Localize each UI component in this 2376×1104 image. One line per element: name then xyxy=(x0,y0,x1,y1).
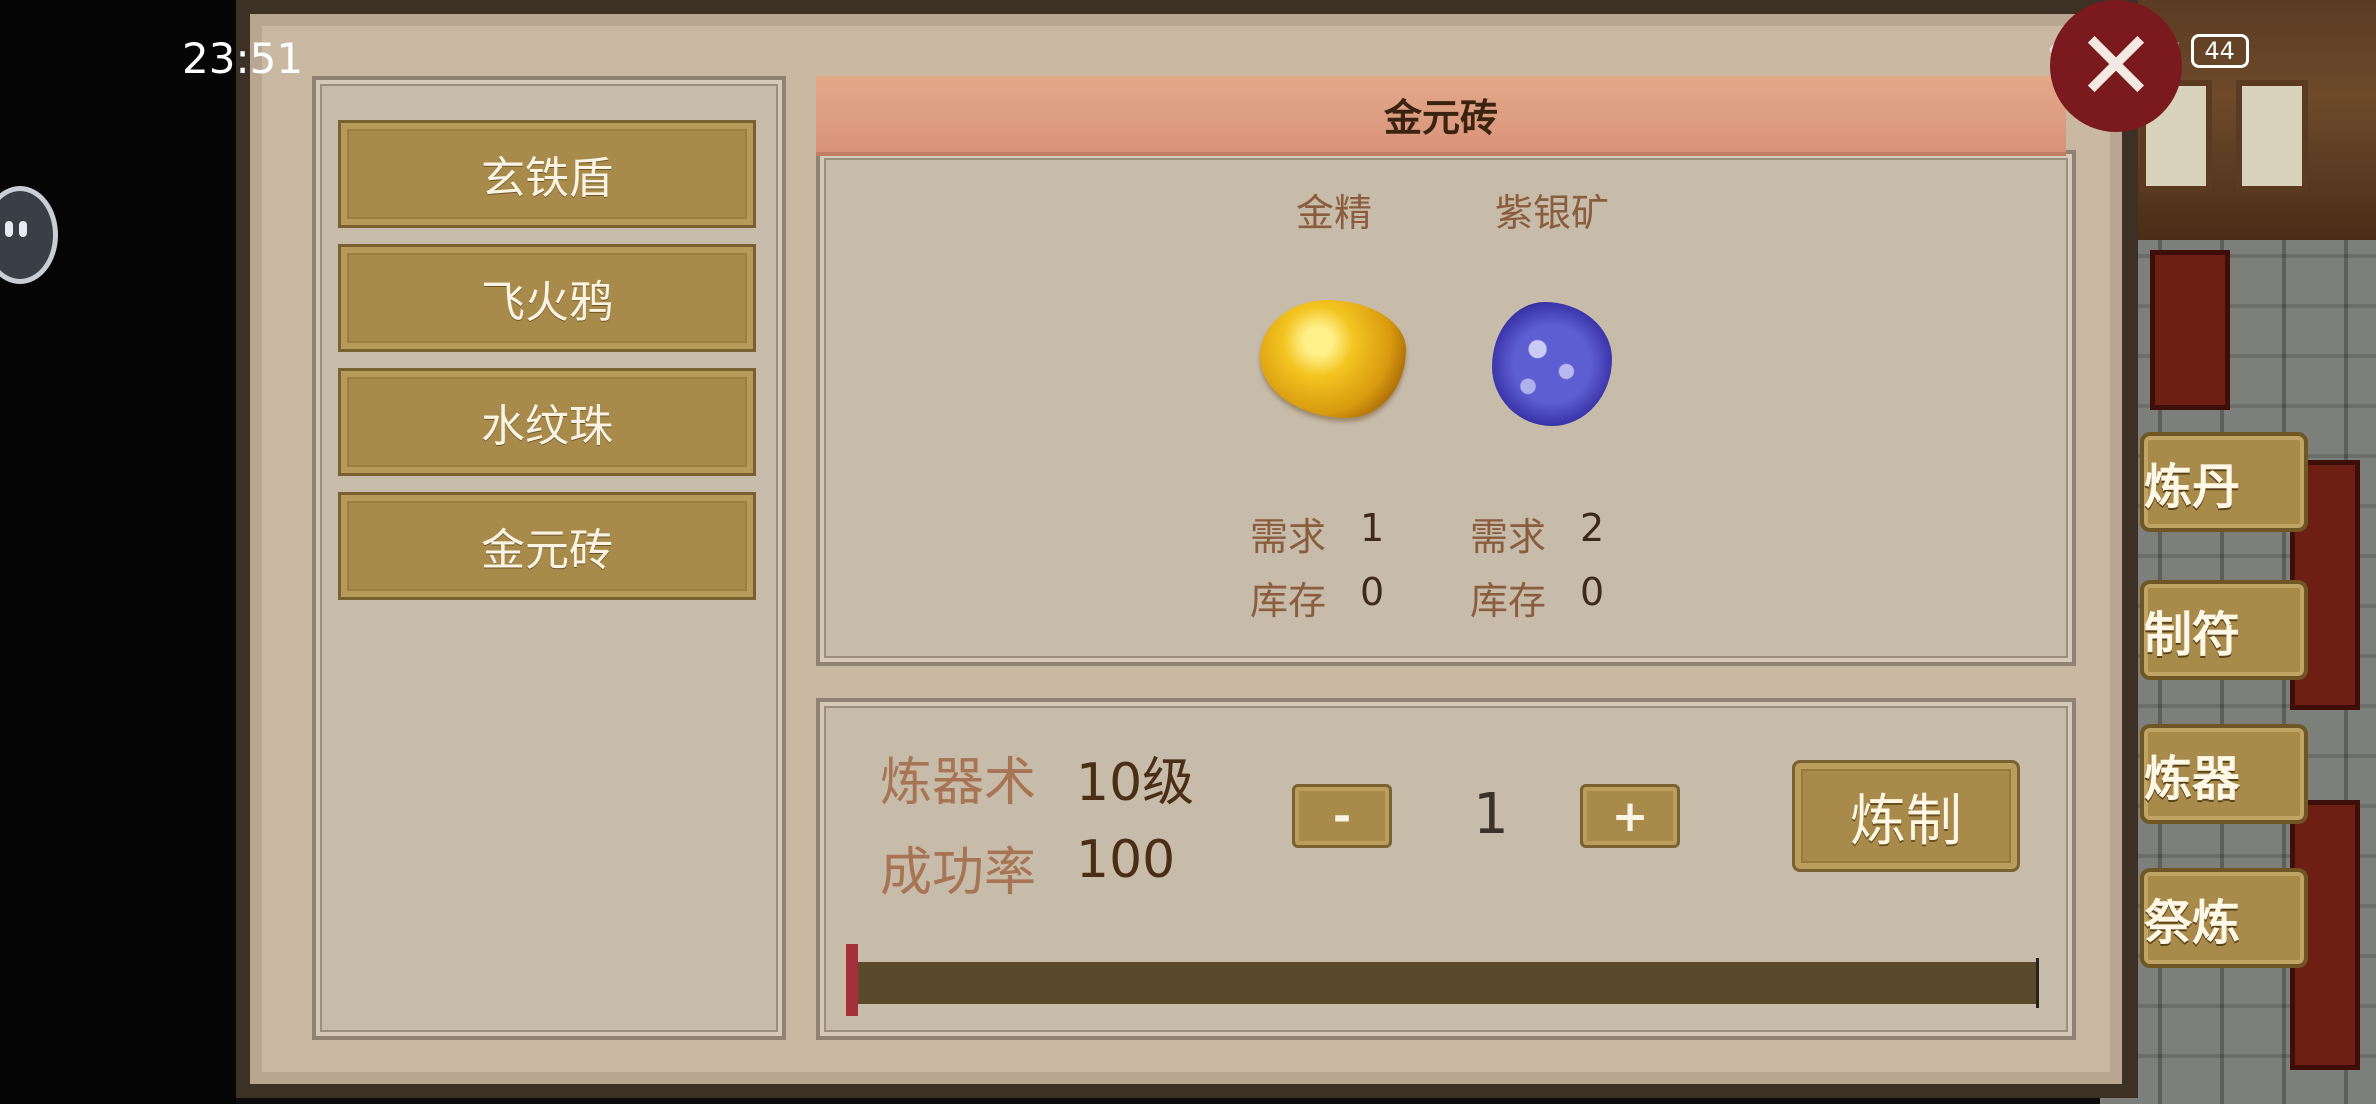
recipe-item-label: 金元砖 xyxy=(481,525,613,576)
recipe-item-label: 玄铁盾 xyxy=(481,153,613,204)
wall-scroll-painting xyxy=(2236,80,2308,192)
recipe-item[interactable]: 飞火鸦 xyxy=(338,244,756,352)
side-menu-label: 炼丹 xyxy=(2144,459,2241,515)
increase-quantity-button[interactable]: + xyxy=(1580,784,1680,848)
eye-icon xyxy=(19,221,27,237)
stock-label: 库存 xyxy=(1470,579,1547,623)
recipe-item-label: 飞火鸦 xyxy=(481,277,613,328)
progress-bar xyxy=(846,962,2038,1004)
material-name: 金精 xyxy=(1295,191,1372,235)
battery-level: 44 xyxy=(2204,37,2235,65)
progress-marker xyxy=(846,944,858,1016)
item-title-bar: 金元砖 xyxy=(816,76,2066,156)
left-margin xyxy=(0,0,236,1104)
side-menu-label: 祭炼 xyxy=(2144,895,2241,951)
need-label: 需求 xyxy=(1250,515,1327,559)
stock-label: 库存 xyxy=(1250,579,1327,623)
minus-icon: - xyxy=(1332,790,1352,842)
item-title: 金元砖 xyxy=(1383,95,1498,140)
status-clock: 23:51 xyxy=(182,34,304,83)
eye-icon xyxy=(5,221,13,237)
side-menu-label: 炼器 xyxy=(2144,751,2241,807)
close-button[interactable]: ✕ xyxy=(2050,0,2182,132)
progress-bar-end xyxy=(2036,958,2039,1008)
success-rate-label: 成功率 xyxy=(880,843,1037,903)
battery-icon: 44 xyxy=(2190,34,2249,68)
recipe-item-label: 水纹珠 xyxy=(481,401,613,452)
stock-value: 0 xyxy=(1360,570,1385,614)
side-menu-artifact[interactable]: 炼器 xyxy=(2140,724,2308,824)
plus-icon: + xyxy=(1611,790,1649,842)
craft-button[interactable]: 炼制 xyxy=(1792,760,2020,872)
side-menu-refine[interactable]: 祭炼 xyxy=(2140,868,2308,968)
side-menu-alchemy[interactable]: 炼丹 xyxy=(2140,432,2308,532)
success-rate-value: 100 xyxy=(1076,830,1176,890)
recipe-item[interactable]: 水纹珠 xyxy=(338,368,756,476)
side-menu-talisman[interactable]: 制符 xyxy=(2140,580,2308,680)
decrease-quantity-button[interactable]: - xyxy=(1292,784,1392,848)
recipe-item-selected[interactable]: 金元砖 xyxy=(338,492,756,600)
need-value: 2 xyxy=(1580,506,1605,550)
recipe-item[interactable]: 玄铁盾 xyxy=(338,120,756,228)
close-icon: ✕ xyxy=(2075,10,2157,122)
side-menu-label: 制符 xyxy=(2144,607,2241,663)
quantity-value: 1 xyxy=(1473,782,1509,847)
material-name: 紫银矿 xyxy=(1494,191,1609,235)
red-chair xyxy=(2150,250,2230,410)
need-label: 需求 xyxy=(1470,515,1547,559)
skill-label: 炼器术 xyxy=(880,753,1037,813)
skill-level: 10级 xyxy=(1076,753,1195,813)
stock-value: 0 xyxy=(1580,570,1605,614)
craft-button-label: 炼制 xyxy=(1850,788,1962,854)
need-value: 1 xyxy=(1360,506,1385,550)
materials-panel xyxy=(816,150,2076,666)
